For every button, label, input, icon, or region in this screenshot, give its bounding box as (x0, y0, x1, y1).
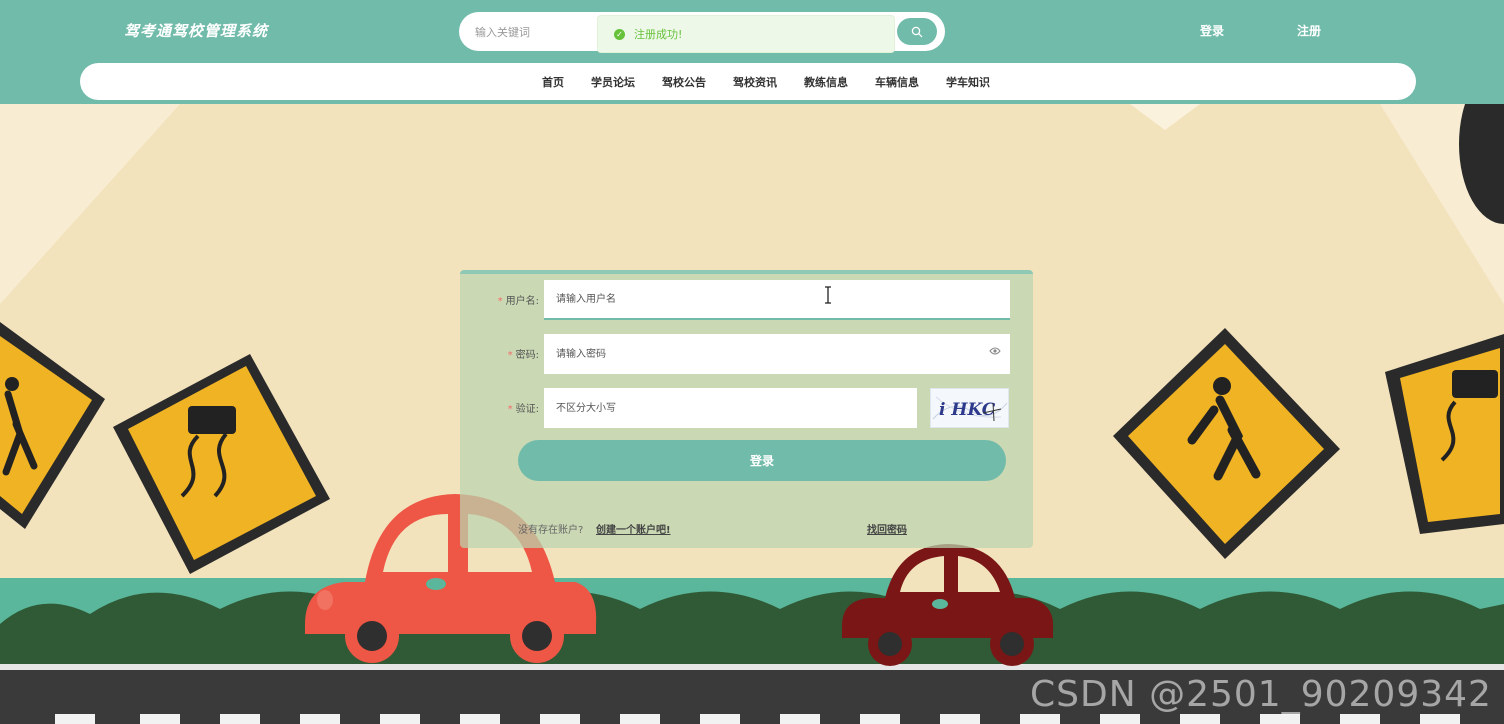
nav-bar: 首页 学员论坛 驾校公告 驾校资讯 教练信息 车辆信息 学车知识 (0, 63, 1504, 104)
login-submit-button[interactable]: 登录 (518, 440, 1006, 481)
captcha-label: * 验证: (507, 404, 539, 415)
password-label: * 密码: (507, 350, 539, 361)
nav-item-forum[interactable]: 学员论坛 (591, 74, 635, 90)
nav-item-home[interactable]: 首页 (542, 74, 564, 90)
password-input[interactable] (544, 334, 1010, 374)
no-account-text: 没有存在账户? (518, 525, 584, 536)
captcha-text: i HKC (939, 400, 996, 420)
captcha-graphic: i HKC (932, 396, 1008, 422)
nav-item-knowledge[interactable]: 学车知识 (946, 74, 990, 90)
nav-pill: 首页 学员论坛 驾校公告 驾校资讯 教练信息 车辆信息 学车知识 (80, 63, 1416, 100)
eye-icon[interactable] (989, 346, 1001, 356)
forgot-password-link[interactable]: 找回密码 (867, 521, 907, 536)
search-button[interactable] (897, 18, 937, 45)
username-label: * 用户名: (497, 296, 539, 307)
login-link[interactable]: 登录 (1200, 22, 1224, 39)
toast-message: 注册成功! (634, 28, 683, 41)
nav-items: 首页 学员论坛 驾校公告 驾校资讯 教练信息 车辆信息 学车知识 (80, 63, 1416, 100)
search-icon (911, 26, 923, 37)
check-circle-icon: ✓ (614, 28, 625, 40)
captcha-row: *验证: i HKC (460, 388, 1033, 428)
create-account-link[interactable]: 创建一个账户吧! (596, 521, 671, 536)
form-footer-links: 没有存在账户? 创建一个账户吧! 找回密码 (460, 521, 1033, 537)
text-cursor-icon (825, 286, 831, 304)
site-title: 驾考通驾校管理系统 (124, 22, 269, 40)
captcha-input[interactable] (544, 388, 917, 428)
success-toast: ✓ 注册成功! (597, 15, 895, 53)
password-row: * 密码: (460, 334, 1033, 374)
register-link[interactable]: 注册 (1297, 22, 1321, 39)
csdn-watermark: CSDN @2501_90209342 (1030, 674, 1492, 715)
nav-item-news[interactable]: 驾校资讯 (733, 74, 777, 90)
nav-item-vehicles[interactable]: 车辆信息 (875, 74, 919, 90)
username-input[interactable] (544, 280, 1010, 320)
nav-item-coaches[interactable]: 教练信息 (804, 74, 848, 90)
username-row: * 用户名: (460, 280, 1033, 320)
nav-item-announcements[interactable]: 驾校公告 (662, 74, 706, 90)
captcha-image[interactable]: i HKC (930, 388, 1009, 428)
login-form: *用户名: *密码: *验证: i HKC 登录 没有存在账户? 创建一个账户吧… (460, 270, 1033, 548)
